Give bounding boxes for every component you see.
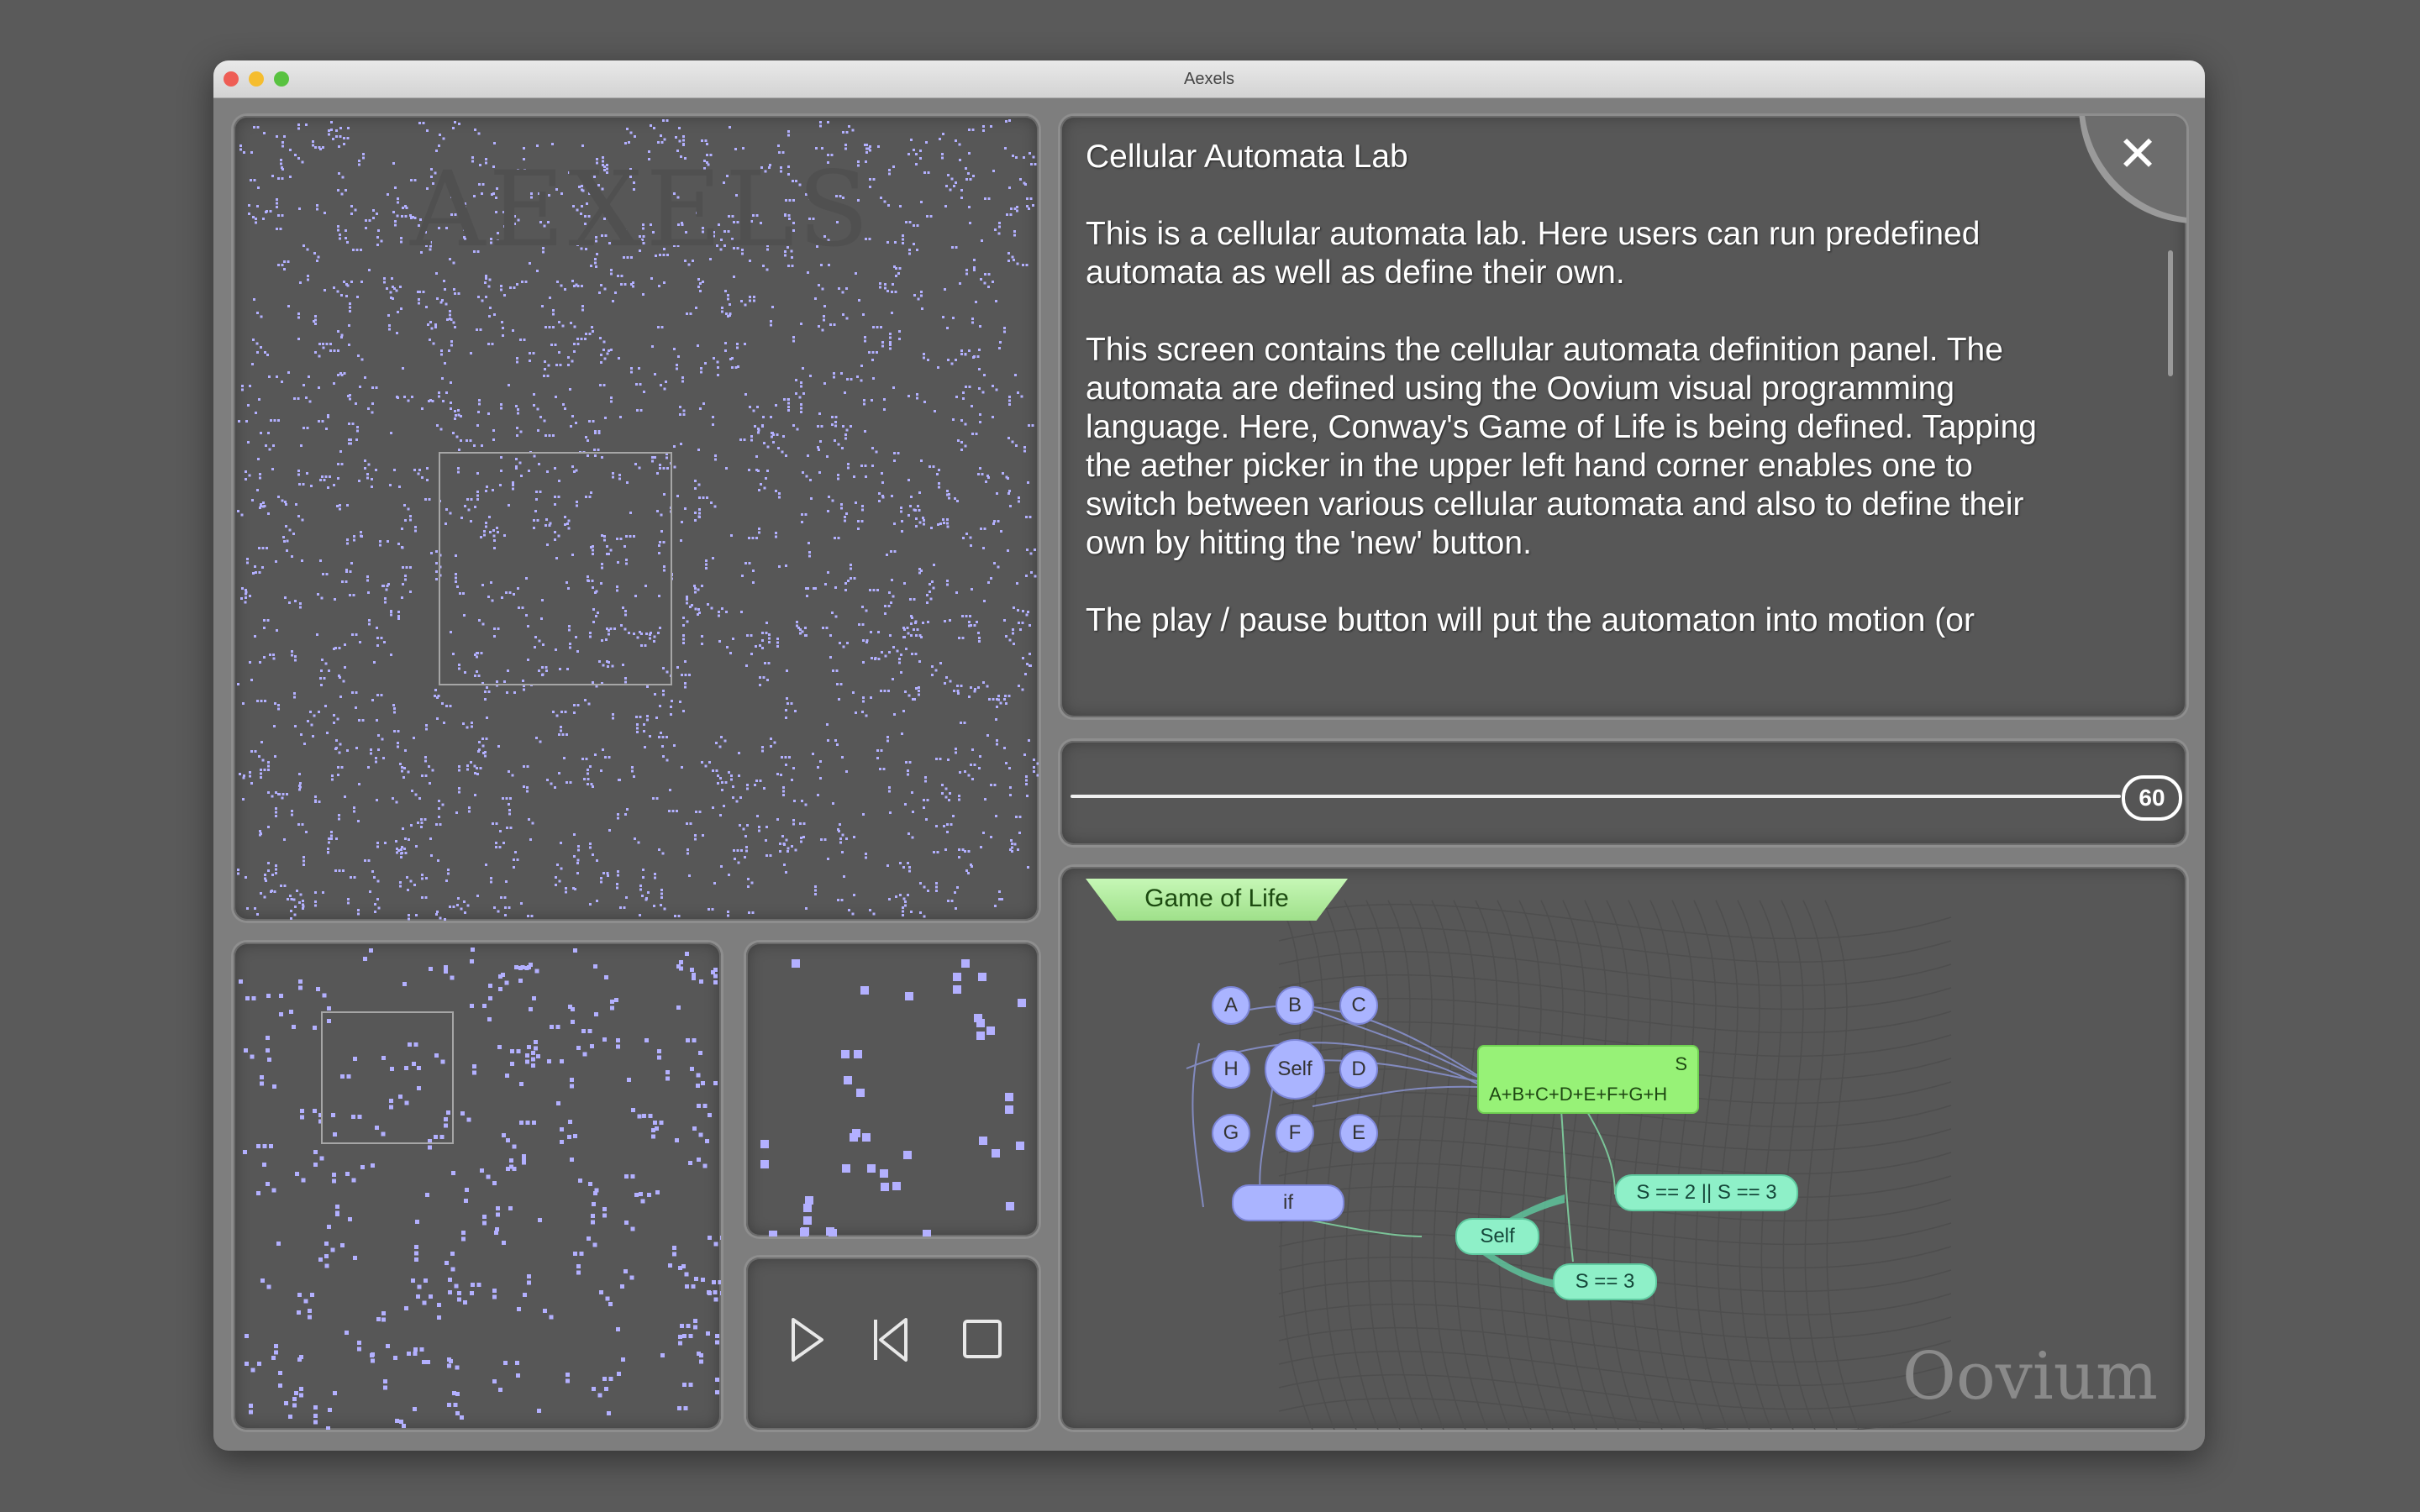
- help-scrollbar[interactable]: [2168, 250, 2173, 376]
- aexels-watermark: AEXELS: [410, 150, 873, 270]
- help-paragraph: This is a cellular automata lab. Here us…: [1086, 216, 1981, 291]
- sum-node-name: S: [1675, 1053, 1687, 1074]
- survive-condition-node[interactable]: S == 2 || S == 3: [1615, 1174, 1798, 1211]
- self-condition-node[interactable]: Self: [1455, 1218, 1539, 1255]
- speed-slider-panel: 60: [1060, 741, 2186, 845]
- overview-grid-panel[interactable]: AEXELS: [234, 116, 1039, 921]
- help-paragraph: The play / pause button will put the aut…: [1086, 602, 1975, 638]
- medium-zoom-region-frame[interactable]: [321, 1011, 454, 1144]
- help-text: Cellular Automata Lab This is a cellular…: [1086, 138, 2144, 717]
- close-zoom-grid-panel[interactable]: [746, 942, 1039, 1236]
- app-window: Aexels AEXELS Cellular Automata Lab This…: [213, 60, 2205, 1451]
- medium-zoom-grid-panel[interactable]: [234, 942, 721, 1430]
- self-node[interactable]: Self: [1265, 1039, 1325, 1100]
- stop-button[interactable]: [961, 1318, 1003, 1360]
- automata-editor-panel[interactable]: Game of Life A B C H Self D G F E if S A…: [1060, 867, 2186, 1430]
- speed-slider-knob[interactable]: 60: [2122, 775, 2182, 821]
- playback-controls-panel: [746, 1257, 1039, 1430]
- neighbor-node-e[interactable]: E: [1339, 1114, 1378, 1152]
- if-node[interactable]: if: [1232, 1184, 1344, 1221]
- neighbor-node-d[interactable]: D: [1339, 1050, 1378, 1089]
- title-bar: Aexels: [213, 60, 2205, 98]
- zoom-region-frame[interactable]: [439, 452, 672, 685]
- neighbor-node-f[interactable]: F: [1276, 1114, 1314, 1152]
- window-title: Aexels: [1183, 70, 1235, 88]
- help-title: Cellular Automata Lab: [1086, 139, 1408, 175]
- sum-node[interactable]: S A+B+C+D+E+F+G+H: [1477, 1045, 1699, 1114]
- neighbor-node-a[interactable]: A: [1212, 986, 1250, 1025]
- neighbor-node-b[interactable]: B: [1276, 986, 1314, 1025]
- close-icon: ✕: [2117, 127, 2159, 181]
- neighbor-node-c[interactable]: C: [1339, 986, 1378, 1025]
- neighbor-node-g[interactable]: G: [1212, 1114, 1250, 1152]
- close-help-button[interactable]: ✕: [2104, 121, 2171, 188]
- oovium-watermark: Oovium: [1902, 1339, 2158, 1415]
- speed-slider-track[interactable]: [1071, 795, 2121, 798]
- help-paragraph: This screen contains the cellular automa…: [1086, 332, 2037, 561]
- reset-button[interactable]: [869, 1315, 911, 1365]
- help-panel: Cellular Automata Lab This is a cellular…: [1060, 116, 2186, 717]
- play-icon: [792, 1318, 823, 1362]
- sum-node-expression: A+B+C+D+E+F+G+H: [1489, 1084, 1668, 1105]
- play-button[interactable]: [786, 1315, 829, 1365]
- stop-icon: [963, 1320, 1002, 1358]
- medium-zoom-grid[interactable]: [234, 942, 721, 1430]
- neighbor-node-h[interactable]: H: [1212, 1050, 1250, 1089]
- birth-condition-node[interactable]: S == 3: [1553, 1263, 1657, 1300]
- skip-to-start-icon: [874, 1318, 908, 1362]
- close-zoom-grid[interactable]: [746, 942, 1039, 1236]
